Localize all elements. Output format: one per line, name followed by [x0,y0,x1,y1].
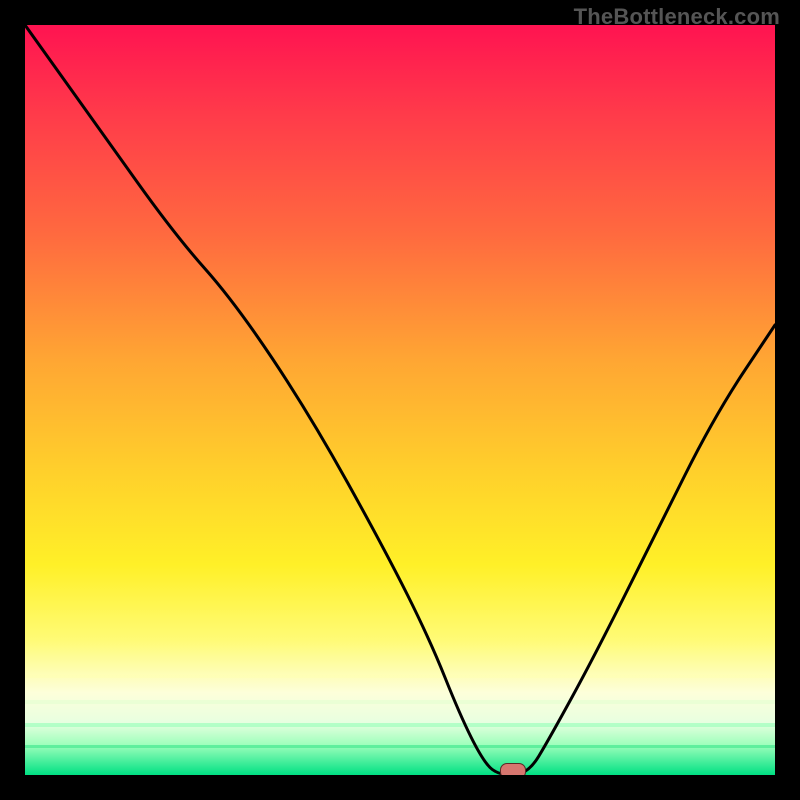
optimal-marker [500,763,526,776]
chart-frame: TheBottleneck.com [0,0,800,800]
plot-area [25,25,775,775]
bottleneck-curve [25,25,775,775]
watermark-text: TheBottleneck.com [574,4,780,30]
